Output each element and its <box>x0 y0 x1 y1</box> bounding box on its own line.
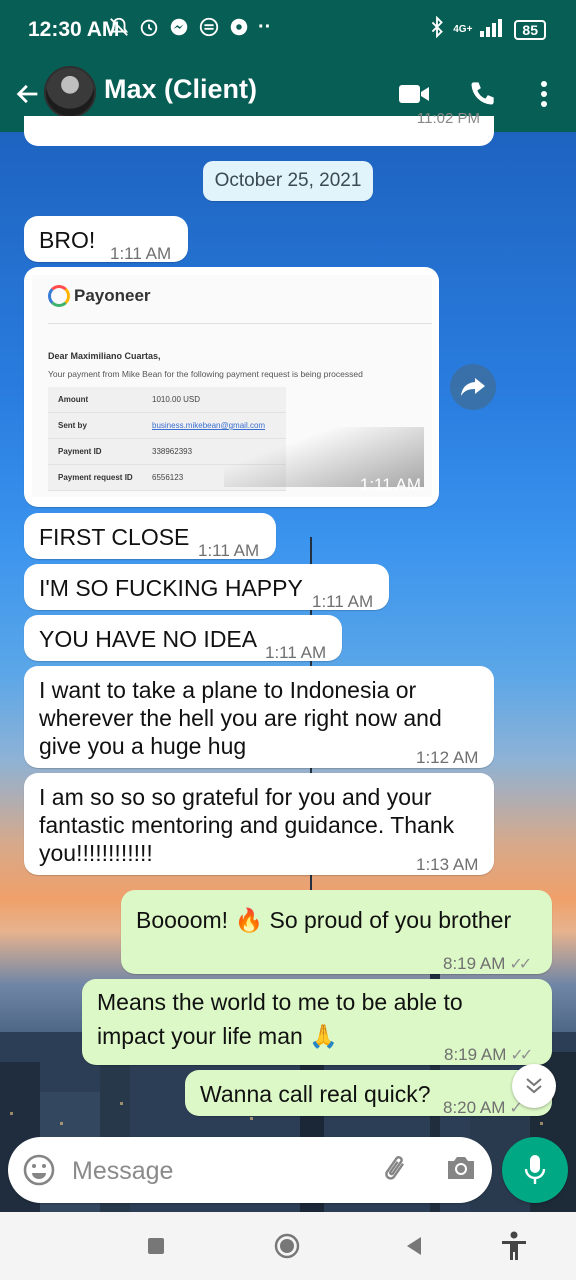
status-time: 12:30 AM <box>28 18 120 41</box>
message-time: 8:19 AM ✓✓ <box>443 954 532 973</box>
messenger-icon <box>168 16 190 44</box>
emoji-icon[interactable] <box>22 1153 56 1187</box>
message-text: FIRST CLOSE <box>39 524 190 550</box>
mic-icon[interactable] <box>502 1137 568 1203</box>
message-text: BRO! <box>39 227 96 253</box>
message-time: 1:11 AM <box>110 244 172 263</box>
read-ticks-icon: ✓✓ <box>510 1047 533 1064</box>
alarm-icon <box>138 16 160 44</box>
contact-name[interactable]: Max (Client) <box>104 74 257 105</box>
message-text: I am so so so grateful for you and your … <box>39 784 455 866</box>
signal-icon <box>480 17 506 42</box>
row-label: Payment ID <box>58 447 102 456</box>
previous-message-bubble[interactable]: 11:02 PM <box>24 110 494 146</box>
message-time: 11:02 PM <box>416 110 480 127</box>
message-time: 1:11 AM <box>198 541 260 560</box>
table-row: Amount 1010.00 USD <box>48 387 286 413</box>
system-nav-bar <box>0 1212 576 1280</box>
outgoing-message[interactable]: Wanna call real quick? 8:20 AM ✓ <box>185 1070 552 1117</box>
message-time: 1:11 AM <box>312 592 374 611</box>
message-text: Means the world to me to be able to impa… <box>97 989 463 1049</box>
outgoing-message[interactable]: Boooom! 🔥 So proud of you brother 8:19 A… <box>121 890 552 974</box>
payoneer-logo: Payoneer <box>48 285 151 307</box>
incoming-message[interactable]: I'M SO FUCKING HAPPY 1:11 AM <box>24 564 389 611</box>
date-chip: October 25, 2021 <box>203 161 373 201</box>
back-arrow-icon[interactable] <box>8 74 48 114</box>
outgoing-message[interactable]: Means the world to me to be able to impa… <box>82 979 552 1065</box>
battery-level: 85 <box>514 19 546 40</box>
status-bar: 12:30 AM ·· 4G+ 85 <box>0 0 576 60</box>
message-time: 1:11 AM <box>359 475 421 494</box>
contact-avatar[interactable] <box>44 66 96 118</box>
accessibility-icon[interactable] <box>496 1228 532 1264</box>
network-type: 4G+ <box>453 24 473 35</box>
payoneer-message: Your payment from Mike Bean for the foll… <box>48 369 363 379</box>
message-time: 8:19 AM ✓✓ <box>444 1045 533 1064</box>
attach-icon[interactable] <box>380 1153 414 1187</box>
row-label: Payment request ID <box>58 473 133 482</box>
incoming-message[interactable]: FIRST CLOSE 1:11 AM <box>24 513 276 560</box>
incoming-message[interactable]: BRO! 1:11 AM <box>24 216 188 263</box>
read-ticks-icon: ✓✓ <box>509 956 532 973</box>
nav-back-icon[interactable] <box>396 1228 432 1264</box>
incoming-message[interactable]: I want to take a plane to Indonesia or w… <box>24 666 494 768</box>
message-text: YOU HAVE NO IDEA <box>39 626 258 652</box>
system-icons: 4G+ 85 <box>429 15 546 43</box>
message-time: 8:20 AM ✓ <box>443 1098 523 1117</box>
app-bar: 12:30 AM ·· 4G+ 85 Max (Client) <box>0 0 576 132</box>
message-list[interactable]: 11:02 PM October 25, 2021 BRO! 1:11 AM P… <box>0 110 576 1137</box>
ball-icon <box>228 16 250 44</box>
message-text: Wanna call real quick? <box>200 1081 431 1107</box>
message-time: 1:11 AM <box>265 643 327 662</box>
double-chevron-down-icon[interactable] <box>512 1064 556 1108</box>
message-input[interactable] <box>70 1149 364 1193</box>
message-composer <box>8 1137 492 1203</box>
nav-square-icon[interactable] <box>138 1228 174 1264</box>
silent-icon <box>108 16 130 44</box>
nav-circle-icon[interactable] <box>269 1228 305 1264</box>
forward-icon[interactable] <box>450 364 496 410</box>
camera-icon[interactable] <box>444 1153 480 1187</box>
more-notifications-icon: ·· <box>258 16 272 38</box>
row-value: 1010.00 USD <box>152 395 201 404</box>
notification-icons: ·· <box>108 16 271 44</box>
payoneer-screenshot[interactable]: Payoneer Dear Maximiliano Cuartas, Your … <box>32 275 432 497</box>
incoming-message[interactable]: YOU HAVE NO IDEA 1:11 AM <box>24 615 342 662</box>
incoming-message[interactable]: I am so so so grateful for you and your … <box>24 773 494 875</box>
message-text: I'M SO FUCKING HAPPY <box>39 575 303 601</box>
payoneer-brand: Payoneer <box>74 286 151 305</box>
payoneer-ring-icon <box>48 285 70 307</box>
payoneer-greeting: Dear Maximiliano Cuartas, <box>48 351 161 361</box>
read-ticks-icon: ✓ <box>509 1100 523 1117</box>
more-vert-icon[interactable] <box>522 72 566 116</box>
row-label: Sent by <box>58 421 87 430</box>
bluetooth-icon <box>429 15 445 43</box>
image-message[interactable]: Payoneer Dear Maximiliano Cuartas, Your … <box>24 267 439 507</box>
message-text: Boooom! 🔥 So proud of you brother <box>136 907 512 933</box>
message-text: I want to take a plane to Indonesia or w… <box>39 677 442 759</box>
message-time: 1:12 AM <box>416 748 479 767</box>
app-notification-icon <box>198 16 220 44</box>
row-label: Amount <box>58 395 89 404</box>
divider <box>48 323 432 324</box>
message-time: 1:13 AM <box>416 855 479 874</box>
